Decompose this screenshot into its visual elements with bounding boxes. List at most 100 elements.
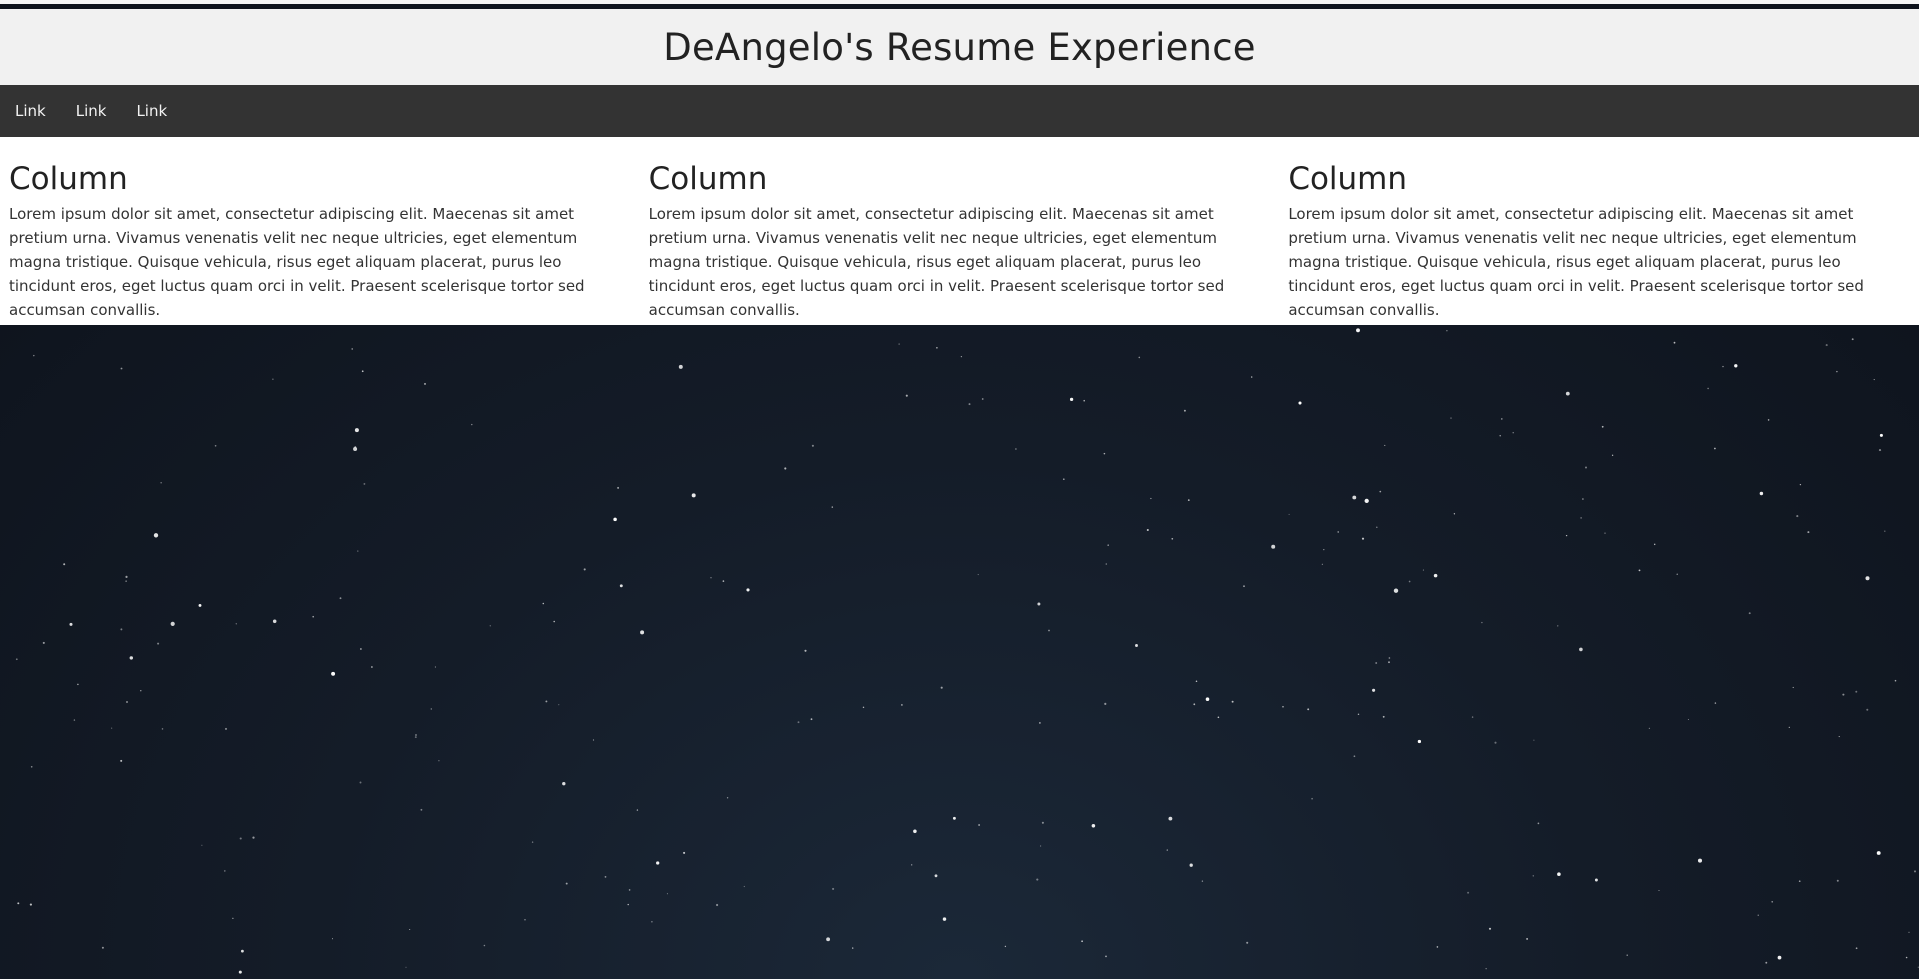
star [1913, 870, 1917, 873]
nav-link-3[interactable]: Link [121, 85, 182, 137]
nav-link-1[interactable]: Link [0, 85, 61, 137]
star [1512, 432, 1514, 434]
star [826, 937, 831, 942]
star [77, 683, 79, 686]
star [1485, 968, 1487, 970]
nav-link-2[interactable]: Link [61, 85, 122, 137]
star [1250, 376, 1253, 378]
star [29, 903, 32, 906]
star [430, 708, 432, 710]
star [1594, 878, 1598, 882]
star [1838, 736, 1840, 738]
star [1352, 495, 1357, 500]
star [1799, 483, 1802, 486]
star [1697, 858, 1703, 863]
star [1193, 703, 1196, 706]
star [832, 887, 835, 890]
star [898, 343, 900, 345]
star [1878, 449, 1882, 452]
star [562, 782, 566, 786]
star [1417, 739, 1422, 744]
star [831, 506, 834, 508]
star [936, 346, 938, 349]
star [1714, 447, 1716, 450]
star [415, 734, 417, 736]
star [239, 837, 242, 840]
star [235, 623, 237, 625]
star [978, 824, 980, 826]
star [1036, 878, 1039, 881]
star [125, 575, 128, 578]
star [901, 704, 903, 706]
star [1364, 498, 1369, 504]
star [804, 649, 807, 652]
star [1408, 580, 1411, 583]
star [424, 382, 426, 385]
star [1361, 537, 1365, 540]
column-1: Column Lorem ipsum dolor sit amet, conse… [0, 137, 640, 325]
star [161, 728, 164, 730]
star [905, 394, 908, 397]
star [619, 584, 623, 588]
star [17, 902, 20, 905]
star [1166, 849, 1168, 851]
star [1384, 444, 1386, 446]
column-text: Lorem ipsum dolor sit amet, consectetur … [648, 204, 1225, 319]
star [743, 885, 745, 888]
star [1337, 531, 1339, 533]
star [1288, 513, 1290, 515]
star [1676, 573, 1678, 575]
star [238, 970, 242, 974]
star [592, 739, 595, 741]
star [1015, 448, 1017, 450]
star [438, 760, 440, 762]
star [1187, 499, 1190, 501]
star [1501, 418, 1503, 420]
star [1353, 755, 1356, 758]
star [153, 533, 159, 538]
star [30, 765, 33, 768]
star [1103, 452, 1106, 455]
star [73, 719, 76, 721]
star [357, 550, 359, 552]
star [120, 628, 123, 631]
star [1307, 708, 1310, 711]
star [224, 727, 228, 730]
star [862, 706, 865, 709]
star [483, 944, 486, 947]
star [1499, 434, 1501, 437]
star [1533, 739, 1535, 741]
star [1687, 718, 1689, 721]
star [409, 928, 411, 931]
star [784, 467, 787, 470]
star [361, 370, 364, 373]
star [678, 364, 683, 369]
star [1271, 544, 1276, 549]
star [691, 493, 696, 498]
star [558, 704, 560, 706]
star [1855, 947, 1858, 950]
star [1796, 515, 1799, 518]
star [1866, 708, 1869, 711]
star [1231, 700, 1234, 703]
star [1771, 900, 1774, 903]
star [628, 889, 631, 891]
star [545, 700, 548, 703]
star [63, 563, 66, 566]
star [1653, 543, 1656, 546]
star [198, 603, 202, 607]
star [640, 630, 645, 635]
star [252, 836, 255, 839]
page-title: DeAngelo's Resume Experience [663, 25, 1256, 69]
star [1908, 931, 1910, 933]
star [42, 641, 45, 644]
star [810, 718, 813, 721]
star [160, 482, 162, 484]
star [1105, 563, 1108, 565]
star [1379, 490, 1382, 493]
star [434, 666, 436, 668]
star [1582, 498, 1584, 500]
star [942, 917, 947, 921]
star [1707, 387, 1709, 390]
star [968, 403, 971, 406]
